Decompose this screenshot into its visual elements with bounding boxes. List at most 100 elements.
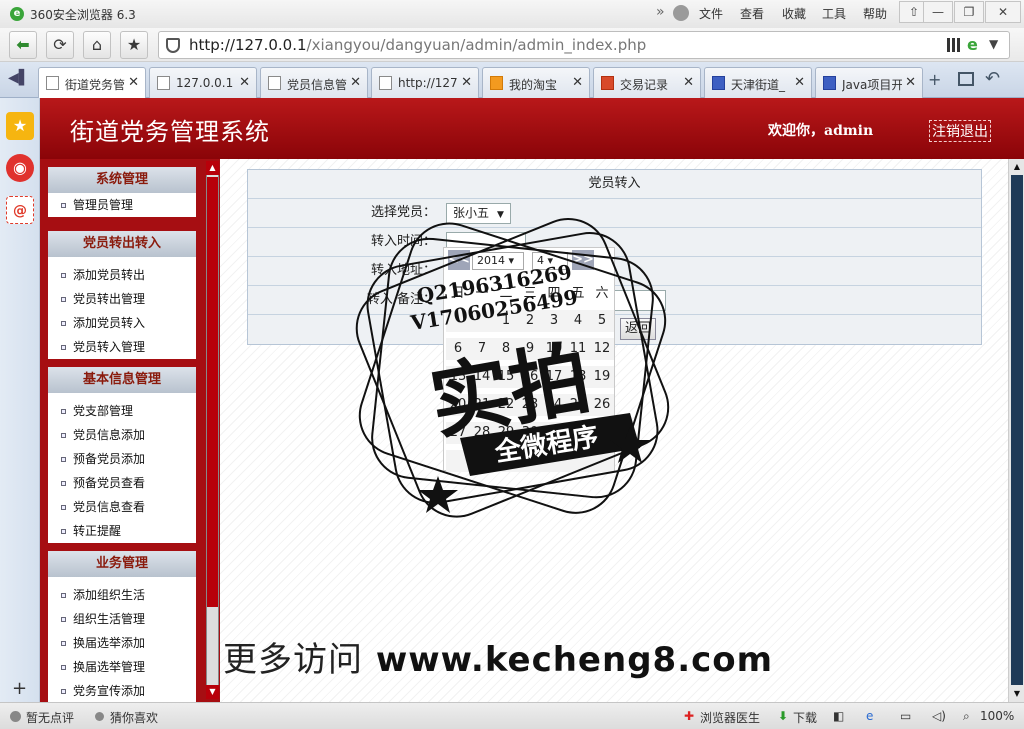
mail-icon[interactable]: @ <box>6 196 34 224</box>
menu-item[interactable]: 预备党员查看 <box>48 471 196 495</box>
menu-item[interactable]: 组织生活管理 <box>48 607 196 631</box>
volume-icon[interactable]: ◁) <box>932 709 946 723</box>
scroll-up-icon[interactable]: ▲ <box>1009 160 1024 174</box>
address-url[interactable]: http://127.0.0.1/xiangyou/dangyuan/admin… <box>189 36 646 54</box>
screen-icon[interactable]: ▭ <box>900 709 911 723</box>
close-icon[interactable]: ✕ <box>683 75 694 90</box>
tab-7[interactable]: 天津街道_ ✕ <box>704 67 812 98</box>
close-icon[interactable]: ✕ <box>905 75 916 90</box>
close-icon[interactable]: ✕ <box>794 75 805 90</box>
menu-file[interactable]: 文件 <box>699 5 723 22</box>
weibo-icon[interactable]: ◉ <box>6 154 34 182</box>
bullet-icon <box>61 203 66 208</box>
address-bar[interactable]: http://127.0.0.1/xiangyou/dangyuan/admin… <box>158 31 1010 59</box>
download-link[interactable]: 下载 <box>793 709 817 726</box>
form-title: 党员转入 <box>588 176 641 191</box>
shield-icon <box>166 38 180 53</box>
bullet-icon <box>61 593 66 598</box>
rating-icon <box>10 711 21 722</box>
menu-group-system: 系统管理 管理员管理 <box>48 167 196 217</box>
close-icon[interactable]: ✕ <box>350 75 361 90</box>
home-button[interactable]: ⌂ <box>83 31 111 59</box>
alipay-icon <box>601 76 614 90</box>
scroll-up-icon[interactable]: ▲ <box>206 161 219 175</box>
menu-group-title[interactable]: 基本信息管理 <box>48 367 196 393</box>
undo-close-icon[interactable]: ↶ <box>985 68 1000 89</box>
tab-4[interactable]: http://127 ✕ <box>371 67 479 98</box>
more-chevron-icon[interactable]: » <box>656 4 665 20</box>
star-icon[interactable]: ★ <box>6 112 34 140</box>
translate-icon[interactable]: ◧ <box>833 709 844 723</box>
menu-item[interactable]: 转正提醒 <box>48 519 196 543</box>
close-icon[interactable]: ✕ <box>128 75 139 90</box>
tab-5[interactable]: 我的淘宝 ✕ <box>482 67 590 98</box>
tab-3[interactable]: 党员信息管 ✕ <box>260 67 368 98</box>
close-button[interactable]: ✕ <box>985 1 1021 23</box>
user-avatar-icon[interactable] <box>673 5 689 21</box>
qr-code-icon[interactable] <box>947 38 961 52</box>
watermark-stamp: 全微程序 实拍 Q2196316269 V17060256499 <box>355 217 670 518</box>
menu-view[interactable]: 查看 <box>740 5 764 22</box>
chevron-down-icon[interactable]: ▼ <box>989 37 998 51</box>
menu-item[interactable]: 换届选举添加 <box>48 631 196 655</box>
tab-label: Java项目开 <box>842 78 902 92</box>
browser-doctor-link[interactable]: 浏览器医生 <box>700 709 760 726</box>
menu-item[interactable]: 添加组织生活 <box>48 583 196 607</box>
close-icon[interactable]: ✕ <box>461 75 472 90</box>
sidebar-toggle-icon[interactable]: ◀▌ <box>8 70 30 86</box>
doctor-icon: ✚ <box>684 709 695 723</box>
page-title: 街道党务管理系统 <box>70 118 270 146</box>
scroll-down-icon[interactable]: ▼ <box>206 685 219 699</box>
zoom-icon: ⌕ <box>963 709 970 723</box>
browser-logo-icon: e <box>10 7 24 21</box>
tab-8[interactable]: Java项目开 ✕ <box>815 67 923 98</box>
menu-tools[interactable]: 工具 <box>822 5 846 22</box>
menu-group-title[interactable]: 党员转出转入 <box>48 231 196 257</box>
rating-text[interactable]: 暂无点评 <box>26 709 74 726</box>
menu-item[interactable]: 党员转出管理 <box>48 287 196 311</box>
menu-item[interactable]: 添加党员转出 <box>48 263 196 287</box>
add-plus-icon[interactable]: + <box>12 678 27 699</box>
menu-item[interactable]: 管理员管理 <box>48 193 196 217</box>
zoom-level[interactable]: 100% <box>980 709 1014 723</box>
menu-group-business: 业务管理 添加组织生活 组织生活管理 换届选举添加 换届选举管理 党务宣传添加 <box>48 551 196 702</box>
menu-item[interactable]: 预备党员添加 <box>48 447 196 471</box>
menu-help[interactable]: 帮助 <box>863 5 887 22</box>
menu-item[interactable]: 换届选举管理 <box>48 655 196 679</box>
tab-label: 交易记录 <box>620 78 669 92</box>
scroll-down-icon[interactable]: ▼ <box>1009 687 1024 701</box>
menu-item[interactable]: 党支部管理 <box>48 399 196 423</box>
bullet-icon <box>61 617 66 622</box>
menu-scrollbar[interactable]: ▲ ▼ <box>204 159 220 702</box>
page-scrollbar[interactable]: ▲ ▼ <box>1008 159 1024 702</box>
tab-label: 127.0.0.1 <box>176 76 234 90</box>
menu-item[interactable]: 党员信息添加 <box>48 423 196 447</box>
refresh-button[interactable]: ⟳ <box>46 31 74 59</box>
menu-item[interactable]: 党员转入管理 <box>48 335 196 359</box>
tab-2[interactable]: 127.0.0.1 ✕ <box>149 67 257 98</box>
close-icon[interactable]: ✕ <box>239 75 250 90</box>
navigation-bar: ⬅ ⟳ ⌂ ★ http://127.0.0.1/xiangyou/dangyu… <box>0 28 1024 62</box>
menu-group-title[interactable]: 系统管理 <box>48 167 196 193</box>
scroll-thumb[interactable] <box>1011 175 1023 685</box>
menu-item[interactable]: 党务宣传添加 <box>48 679 196 702</box>
engine-icon[interactable]: e <box>967 35 978 54</box>
logout-link[interactable]: 注销退出 <box>929 120 991 142</box>
ie-icon[interactable]: e <box>866 709 873 723</box>
maximize-button[interactable]: ❐ <box>954 1 984 23</box>
close-icon[interactable]: ✕ <box>572 75 583 90</box>
guess-like-text[interactable]: 猜你喜欢 <box>110 709 158 726</box>
tab-1[interactable]: 街道党务管 ✕ <box>38 67 146 99</box>
favorite-star-button[interactable]: ★ <box>120 31 148 59</box>
back-button[interactable]: ⬅ <box>9 31 37 59</box>
menu-favorites[interactable]: 收藏 <box>782 5 806 22</box>
bullet-icon <box>61 457 66 462</box>
menu-item[interactable]: 添加党员转入 <box>48 311 196 335</box>
menu-group-title[interactable]: 业务管理 <box>48 551 196 577</box>
minimize-button[interactable]: — <box>923 1 953 23</box>
tab-6[interactable]: 交易记录 ✕ <box>593 67 701 98</box>
menu-item[interactable]: 党员信息查看 <box>48 495 196 519</box>
scroll-thumb[interactable] <box>207 177 218 607</box>
new-tab-plus-icon[interactable]: + <box>928 70 941 89</box>
restore-window-icon[interactable] <box>958 72 974 86</box>
